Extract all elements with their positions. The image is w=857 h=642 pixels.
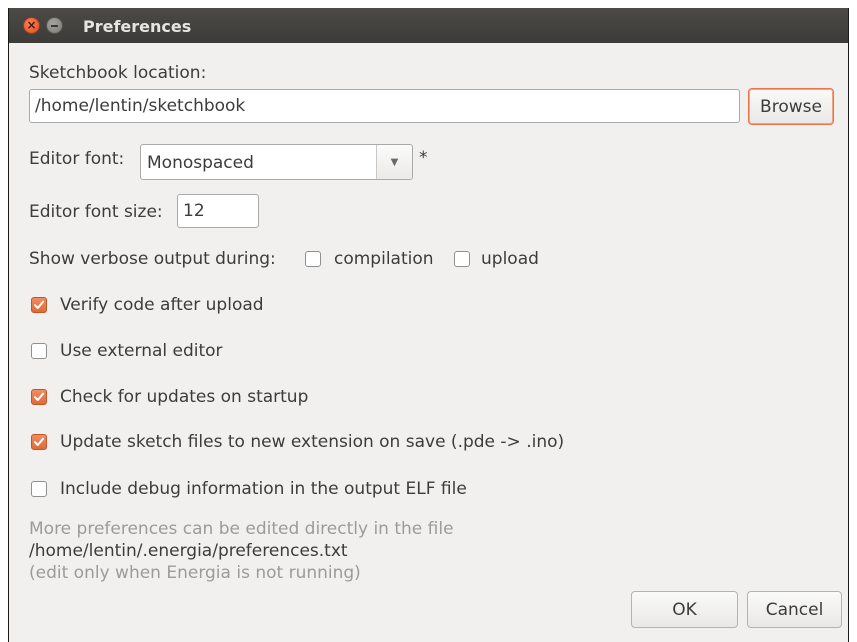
verify-code-checkbox[interactable] <box>31 297 47 313</box>
editor-font-select[interactable]: Monospaced ▼ <box>140 144 413 180</box>
editor-font-restart-marker: * <box>419 148 428 168</box>
editor-font-size-value: 12 <box>183 201 205 221</box>
close-icon: × <box>26 18 37 32</box>
editor-font-label: Editor font: <box>29 149 125 169</box>
cancel-button[interactable]: Cancel <box>747 591 842 628</box>
preferences-warning: (edit only when Energia is not running) <box>29 563 361 583</box>
upload-checkbox[interactable] <box>454 251 470 267</box>
window-title: Preferences <box>83 17 192 36</box>
debug-info-label[interactable]: Include debug information in the output … <box>60 479 467 499</box>
check-updates-checkbox[interactable] <box>31 389 47 405</box>
compilation-label[interactable]: compilation <box>334 249 434 269</box>
dropdown-arrow-icon[interactable]: ▼ <box>376 145 412 179</box>
update-extension-label[interactable]: Update sketch files to new extension on … <box>60 432 564 452</box>
preferences-file-path: /home/lentin/.energia/preferences.txt <box>29 541 348 561</box>
checkmark-icon <box>34 392 44 401</box>
preferences-window: × Preferences Sketchbook location: /home… <box>8 8 849 642</box>
browse-button[interactable]: Browse <box>748 88 834 125</box>
verbose-output-label: Show verbose output during: <box>29 249 276 269</box>
title-bar: × Preferences <box>9 8 848 43</box>
checkmark-icon <box>34 437 44 446</box>
sketchbook-path-field[interactable]: /home/lentin/sketchbook <box>29 89 740 123</box>
ok-button[interactable]: OK <box>631 591 738 628</box>
sketchbook-location-label: Sketchbook location: <box>29 63 207 83</box>
upload-label[interactable]: upload <box>481 249 539 269</box>
close-window-button[interactable]: × <box>23 17 40 34</box>
editor-font-size-field[interactable]: 12 <box>177 194 259 228</box>
editor-font-size-label: Editor font size: <box>29 202 163 222</box>
check-updates-label[interactable]: Check for updates on startup <box>60 387 308 407</box>
external-editor-checkbox[interactable] <box>31 343 47 359</box>
editor-font-value: Monospaced <box>147 153 254 173</box>
compilation-checkbox[interactable] <box>305 251 321 267</box>
minimize-icon <box>51 24 58 27</box>
checkmark-icon <box>34 300 44 309</box>
sketchbook-path-value: /home/lentin/sketchbook <box>35 96 246 116</box>
update-extension-checkbox[interactable] <box>31 434 47 450</box>
verify-code-label[interactable]: Verify code after upload <box>60 295 264 315</box>
minimize-window-button[interactable] <box>46 17 63 34</box>
debug-info-checkbox[interactable] <box>31 481 47 497</box>
preferences-note: More preferences can be edited directly … <box>29 519 454 539</box>
external-editor-label[interactable]: Use external editor <box>60 341 223 361</box>
